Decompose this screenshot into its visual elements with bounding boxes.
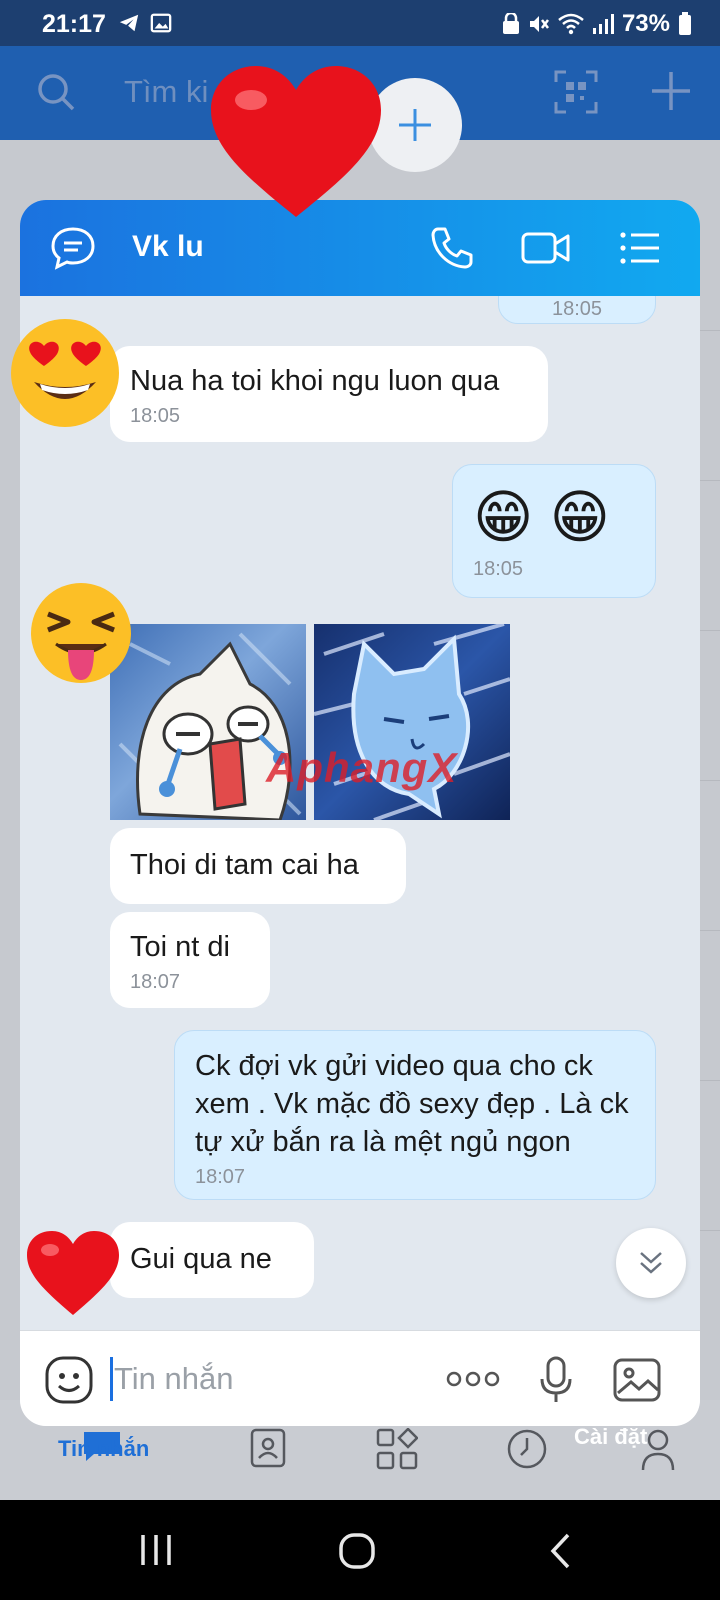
message-text: Gui qua ne (130, 1243, 272, 1275)
home-icon[interactable] (338, 1532, 376, 1570)
more-options-icon[interactable] (446, 1369, 500, 1389)
nav-messages-label: Tin nhắn (58, 1436, 150, 1461)
search-icon (38, 74, 75, 111)
contacts-icon (250, 1428, 286, 1468)
message-text: Ck đợi vk gửi video qua cho ck xem . Vk … (195, 1050, 629, 1158)
chat-title: Vk lu (132, 230, 204, 263)
mute-icon (529, 16, 549, 32)
double-chevron-down-icon (640, 1252, 662, 1274)
message-time: 18:05 (473, 558, 524, 580)
telegram-icon (119, 14, 139, 32)
qr-code-icon (554, 70, 598, 114)
status-time: 21:17 (42, 10, 106, 38)
message-bubble-incoming[interactable]: Thoi di tam cai ha (110, 828, 406, 904)
sticker-emoji-icon[interactable] (44, 1355, 94, 1405)
message-bubble-incoming[interactable]: Gui qua ne (110, 1222, 314, 1298)
message-bubble-incoming[interactable]: Nua ha toi khoi ngu luon qua 18:05 (110, 346, 548, 442)
video-call-icon[interactable] (520, 226, 572, 270)
battery-percent: 73% (621, 10, 670, 37)
message-input-bar: Tin nhắn (20, 1330, 700, 1426)
plus-icon (652, 72, 690, 110)
search-input: Tìm ki (124, 74, 209, 109)
image-gallery-icon[interactable] (612, 1357, 662, 1403)
message-time: 18:07 (130, 971, 181, 993)
clock-icon (507, 1429, 547, 1469)
heart-emoji (27, 1231, 119, 1315)
message-input[interactable]: Tin nhắn (114, 1361, 234, 1397)
tongue-squint-emoji (31, 583, 131, 683)
message-text: Nua ha toi khoi ngu luon qua (130, 365, 500, 397)
nav-contacts[interactable] (250, 1428, 286, 1473)
chat-bubble-icon[interactable] (50, 226, 96, 270)
phone-icon[interactable] (430, 226, 474, 270)
wifi-icon (558, 13, 584, 35)
message-bubble-outgoing[interactable]: 😁 😁 18:05 (452, 464, 656, 598)
message-bubble-outgoing[interactable]: 18:05 (498, 296, 656, 324)
message-list[interactable]: 18:05 Nua ha toi khoi ngu luon qua 18:05… (20, 296, 700, 1330)
chat-window: Vk lu 18:05 Nua ha toi khoi ngu luon qua… (20, 200, 700, 1426)
plus-icon (399, 109, 431, 141)
scroll-to-bottom-button[interactable] (616, 1228, 686, 1298)
message-text: Thoi di tam cai ha (130, 849, 359, 881)
message-text: 😁 😁 (473, 485, 611, 550)
gallery-icon (150, 13, 172, 33)
message-time: 18:05 (551, 298, 603, 320)
nav-settings-label: Cài đặt (574, 1424, 648, 1449)
android-nav-bar (0, 1500, 720, 1600)
heart-eyes-emoji (11, 319, 119, 427)
message-time: 18:05 (130, 405, 181, 427)
text-caret (110, 1357, 113, 1401)
battery-icon (679, 12, 691, 35)
message-time: 18:07 (195, 1166, 246, 1188)
message-bubble-outgoing[interactable]: Ck đợi vk gửi video qua cho ck xem . Vk … (174, 1030, 656, 1200)
heart-emoji (211, 66, 381, 217)
nav-timeline[interactable] (506, 1428, 548, 1475)
back-icon[interactable] (548, 1532, 574, 1570)
menu-list-icon[interactable] (618, 226, 662, 270)
status-bar: 21:17 73% (0, 0, 720, 46)
sticker-watermark: AphangX (266, 744, 458, 791)
message-bubble-incoming[interactable]: Toi nt di 18:07 (110, 912, 270, 1008)
signal-icon (592, 14, 614, 34)
apps-grid-icon (376, 1427, 419, 1470)
lock-icon (502, 13, 519, 34)
message-text: Toi nt di (130, 931, 230, 963)
microphone-icon[interactable] (538, 1355, 574, 1405)
recent-apps-icon[interactable] (138, 1532, 174, 1568)
nav-discover[interactable] (376, 1427, 419, 1475)
